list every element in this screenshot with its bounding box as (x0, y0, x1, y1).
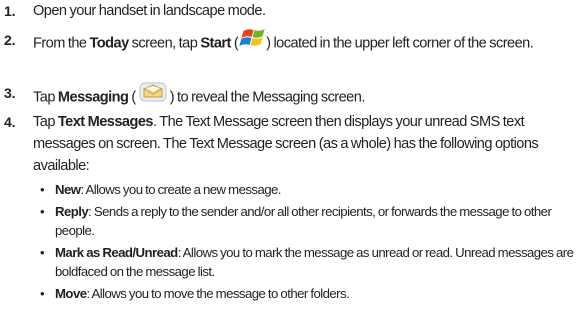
start-label: Start (200, 35, 231, 52)
step-number: 3. (4, 85, 16, 101)
windows-start-icon (238, 27, 266, 56)
messaging-envelope-icon (136, 80, 170, 111)
step-number: 1. (4, 3, 16, 19)
bullet-icon: • (40, 286, 45, 301)
text-messages-label: Text Messages (57, 114, 154, 130)
option-term: Reply (55, 204, 89, 219)
step-number: 2. (4, 32, 16, 48)
option-description: : Allows you to move the message to othe… (86, 286, 350, 301)
step-text: Tap Messaging () to reveal the Messaging… (33, 82, 585, 113)
bullet-icon: • (40, 182, 45, 197)
step-text: Open your handset in landscape mode. (33, 3, 266, 19)
step-number: 4. (4, 114, 16, 130)
option-term: New (55, 182, 81, 197)
today-label: Today (89, 35, 130, 52)
option-term: Move (55, 286, 87, 301)
messaging-label: Messaging (57, 89, 129, 106)
bullet-icon: • (40, 245, 45, 260)
step-text: From the Today screen, tap Start () loca… (33, 29, 585, 58)
option-description: : Sends a reply to the sender and/or all… (55, 204, 552, 238)
bullet-icon: • (40, 204, 45, 219)
step-text: Tap Text Messages. The Text Message scre… (33, 114, 539, 174)
option-term: Mark as Read/Unread (55, 245, 178, 260)
option-description: : Allows you to create a new message. (80, 182, 281, 197)
